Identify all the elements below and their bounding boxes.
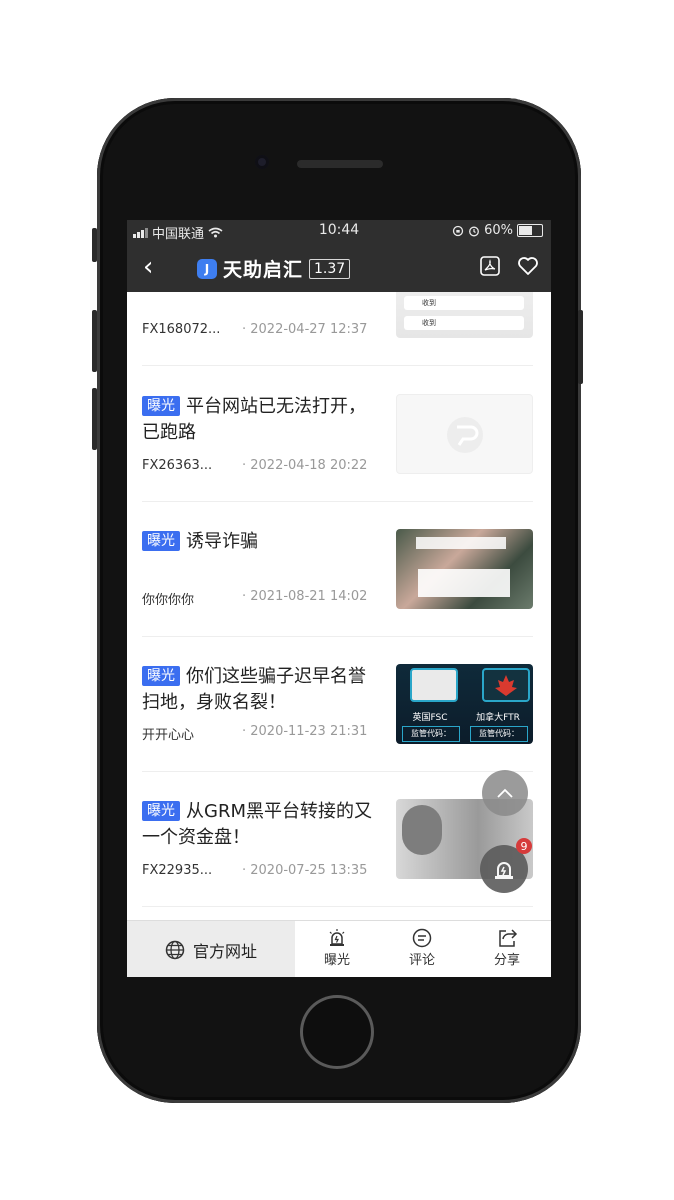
share-icon <box>499 929 518 947</box>
power-button <box>578 310 583 384</box>
broker-brand[interactable]: J 天助启汇 1.37 <box>197 255 351 282</box>
alert-count-badge: 9 <box>516 838 532 854</box>
volume-up-button <box>92 310 97 372</box>
alarm-icon <box>329 929 345 946</box>
battery-icon <box>517 224 543 237</box>
list-item[interactable]: 曝光 从GRM黑平台转接的又一个资金盘！ FX22935... · 2020-07… <box>142 771 533 907</box>
item-date: · 2021-08-21 14:02 <box>242 589 368 604</box>
phone-screen: 中国联通 10:44 60% ‹ J 天助启汇 1.37 FX168072...… <box>127 220 551 977</box>
front-camera <box>255 155 269 169</box>
comment-icon <box>412 928 432 948</box>
tab-share[interactable]: 分享 <box>477 927 537 973</box>
chat-bubble: 收到 <box>404 316 524 330</box>
back-chevron-icon[interactable]: ‹ <box>143 254 153 280</box>
broker-name: 天助启汇 <box>223 259 304 281</box>
alarm-icon <box>495 862 513 879</box>
broker-score: 1.37 <box>309 258 351 279</box>
thumb-label: 监管代码： <box>470 726 528 742</box>
volume-down-button <box>92 388 97 450</box>
list-item[interactable]: 曝光 你们这些骗子迟早名誉扫地，身败名裂！ 开开心心 · 2020-11-23 2… <box>142 636 533 772</box>
item-thumbnail <box>396 394 533 474</box>
item-author: FX22935... <box>142 863 213 878</box>
tab-label: 曝光 <box>323 953 350 968</box>
tab-exposure[interactable]: 曝光 <box>307 927 367 973</box>
thumb-label: 英国FSC <box>412 713 448 723</box>
exposure-tag: 曝光 <box>142 666 180 686</box>
exposure-tag: 曝光 <box>142 531 180 551</box>
item-title: 曝光 诱导诈骗 <box>142 529 374 555</box>
home-button[interactable] <box>300 995 374 1069</box>
item-author: FX168072... <box>142 322 221 337</box>
heart-icon[interactable] <box>517 255 539 277</box>
official-site-label: 官方网址 <box>192 941 257 961</box>
list-item[interactable]: 曝光 平台网站已无法打开，已跑路 FX26363... · 2022-04-18 … <box>142 366 533 502</box>
alarm-clock-icon <box>469 226 480 236</box>
globe-icon <box>165 940 185 959</box>
list-item[interactable]: 曝光 诱导诈骗 你你你你 · 2021-08-21 14:02 <box>142 501 533 637</box>
exposure-tag: 曝光 <box>142 801 180 821</box>
item-author: FX26363... <box>142 458 213 473</box>
item-date: · 2022-04-27 12:37 <box>242 322 368 337</box>
earpiece-speaker <box>297 160 383 168</box>
item-title: 曝光 平台网站已无法打开，已跑路 <box>142 396 366 443</box>
exposure-list: FX168072... · 2022-04-27 12:37 收到 收到 曝光平… <box>127 292 551 920</box>
broker-logo-icon: J <box>197 258 217 279</box>
battery-percent: 60% <box>484 223 513 238</box>
thumb-label: 监管代码： <box>402 726 460 742</box>
status-bar: 中国联通 10:44 60% <box>127 220 551 242</box>
rotation-lock-icon <box>452 225 464 236</box>
nav-bar: ‹ J 天助启汇 1.37 <box>127 242 551 292</box>
item-title: 曝光 你们这些骗子迟早名誉扫地，身败名裂！ <box>142 666 366 713</box>
item-date: · 2020-07-25 13:35 <box>242 863 368 878</box>
item-date: · 2020-11-23 21:31 <box>242 724 368 739</box>
item-date: · 2022-04-18 20:22 <box>242 458 368 473</box>
exposure-tag: 曝光 <box>142 396 180 416</box>
item-author: 开开心心 <box>142 728 195 743</box>
scroll-to-top-button[interactable] <box>482 770 528 816</box>
list-item[interactable]: FX168072... · 2022-04-27 12:37 收到 收到 <box>142 292 533 366</box>
chevron-up-icon <box>497 788 513 798</box>
thumb-label: 加拿大FTR <box>476 713 520 723</box>
mute-switch <box>92 228 97 262</box>
tab-label: 评论 <box>408 953 435 968</box>
placeholder-logo-icon <box>447 417 483 453</box>
item-thumbnail <box>396 529 533 609</box>
chat-bubble: 收到 <box>404 296 524 310</box>
official-site-button[interactable]: 官方网址 <box>127 921 295 977</box>
item-author: 你你你你 <box>142 593 195 608</box>
pdf-icon[interactable] <box>479 255 501 277</box>
tab-label: 分享 <box>493 953 520 968</box>
tab-comment[interactable]: 评论 <box>392 927 452 973</box>
item-thumbnail: 英国FSC 加拿大FTR 监管代码： 监管代码： <box>396 664 533 744</box>
item-title: 曝光 从GRM黑平台转接的又一个资金盘！ <box>142 801 372 848</box>
bottom-bar: 官方网址 曝光 评论 分享 <box>127 920 551 977</box>
item-thumbnail: 收到 收到 <box>396 292 533 338</box>
